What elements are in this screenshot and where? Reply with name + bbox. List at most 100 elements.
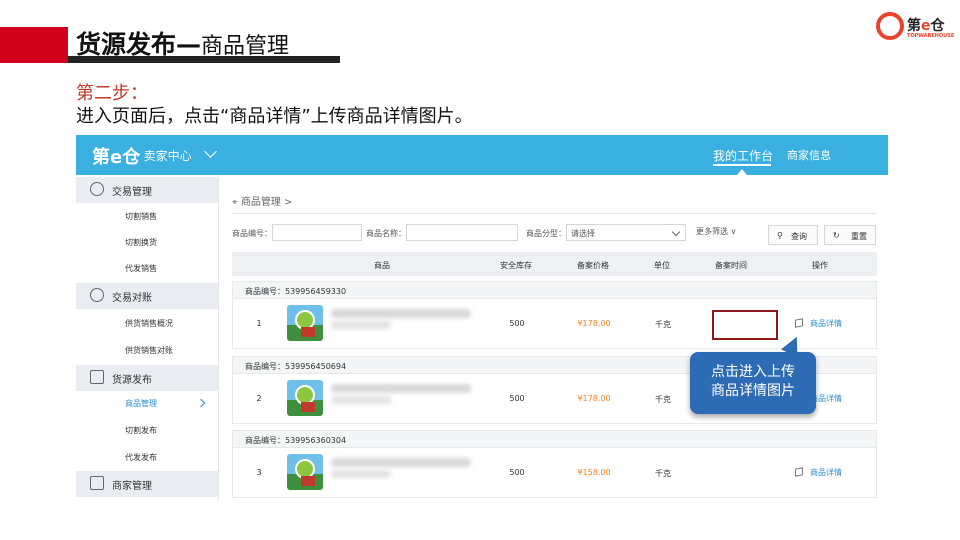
table-row-header: 商品编号：539956459330 bbox=[232, 281, 877, 299]
query-button-label: 查询 bbox=[791, 232, 807, 241]
sidebar-item-dropship-publish[interactable]: 代发发布 bbox=[76, 444, 218, 470]
column-header: 商品 bbox=[374, 261, 390, 270]
package-icon bbox=[301, 476, 315, 486]
table-header: 商品 安全库存 备案价格 单位 备案时间 操作 bbox=[232, 252, 877, 276]
table-row-header: 商品编号：539956360304 bbox=[232, 430, 877, 448]
sidebar-item-label: 切割发布 bbox=[125, 426, 157, 435]
refresh-icon: ↻ bbox=[833, 231, 840, 240]
sidebar-item-dropship-sales[interactable]: 代发销售 bbox=[76, 255, 218, 281]
column-header: 备案价格 bbox=[577, 261, 609, 270]
product-code-text: 商品编号：539956450694 bbox=[245, 362, 347, 371]
search-icon: ⚲ bbox=[777, 231, 783, 240]
chevron-right-icon bbox=[196, 398, 206, 408]
product-code-input[interactable] bbox=[272, 224, 362, 241]
column-header: 安全库存 bbox=[500, 261, 532, 270]
product-thumbnail[interactable] bbox=[287, 380, 323, 416]
stock-value: 500 bbox=[509, 319, 525, 328]
more-filter-toggle[interactable]: 更多筛选 ∨ bbox=[696, 226, 736, 237]
breadcrumb: ⌖ 商品管理 > bbox=[232, 193, 292, 208]
product-detail-link[interactable]: 商品详情 bbox=[795, 318, 842, 329]
sidebar-item-cut-exchange[interactable]: 切割换货 bbox=[76, 229, 218, 255]
package-icon bbox=[301, 402, 315, 412]
product-detail-link[interactable]: 商品详情 bbox=[795, 467, 842, 478]
location-pin-icon: ⌖ bbox=[232, 197, 238, 208]
sidebar-group-label: 商家管理 bbox=[112, 481, 152, 492]
sidebar-item-sales-overview[interactable]: 供货销售概况 bbox=[76, 310, 218, 336]
sidebar-group-reconcile[interactable]: 交易对账 bbox=[76, 283, 218, 309]
product-thumbnail[interactable] bbox=[287, 305, 323, 341]
column-header: 操作 bbox=[812, 261, 828, 270]
product-code-label: 商品编号： bbox=[232, 229, 272, 238]
sidebar-item-label: 商品管理 bbox=[125, 399, 157, 408]
table-row: 1 500 ¥178.00 千克 商品详情 bbox=[232, 299, 877, 349]
unit-value: 千克 bbox=[655, 320, 671, 329]
category-label: 商品分型： bbox=[526, 229, 566, 238]
sidebar-group-trade[interactable]: 交易管理 bbox=[76, 177, 218, 203]
category-select[interactable]: 请选择 bbox=[566, 224, 686, 241]
product-detail-label: 商品详情 bbox=[810, 319, 842, 328]
reset-button[interactable]: ↻ 重置 bbox=[824, 225, 876, 245]
sidebar-item-label: 供货销售概况 bbox=[125, 319, 173, 328]
logo-circle-icon bbox=[876, 12, 904, 40]
logo-text-1: 第 bbox=[907, 18, 921, 34]
blurred-product-name bbox=[331, 458, 471, 467]
logo-text-e: e bbox=[921, 18, 931, 34]
sidebar-item-cut-publish[interactable]: 切割发布 bbox=[76, 417, 218, 443]
blurred-product-name bbox=[331, 470, 391, 478]
sidebar-item-label: 供货销售对账 bbox=[125, 346, 173, 355]
blurred-product-name bbox=[331, 321, 391, 329]
callout-line-2: 商品详情图片 bbox=[711, 383, 795, 399]
reset-button-label: 重置 bbox=[851, 232, 867, 241]
edit-square-icon bbox=[90, 370, 104, 384]
callout-line-1: 点击进入上传 bbox=[711, 364, 795, 380]
title-accent-bar bbox=[0, 27, 68, 63]
yen-circle-icon bbox=[90, 182, 104, 196]
product-thumbnail[interactable] bbox=[287, 454, 323, 490]
yen-circle-icon bbox=[90, 288, 104, 302]
sidebar-group-label: 交易对账 bbox=[112, 293, 152, 304]
package-icon bbox=[301, 327, 315, 337]
sidebar-item-sales-reconcile[interactable]: 供货销售对账 bbox=[76, 337, 218, 363]
sidebar-item-cut-sales[interactable]: 切割销售 bbox=[76, 203, 218, 229]
blurred-product-name bbox=[331, 384, 471, 393]
sidebar-group-label: 交易管理 bbox=[112, 187, 152, 198]
breadcrumb-text[interactable]: 商品管理 > bbox=[241, 197, 293, 208]
brand-logo: 第e仓 TOPWAREHOUSE bbox=[876, 12, 954, 46]
logo-subtext: TOPWAREHOUSE bbox=[907, 33, 955, 39]
sidebar-group-merchant[interactable]: 商家管理 bbox=[76, 471, 218, 497]
instruction-callout: 点击进入上传 商品详情图片 bbox=[690, 352, 816, 414]
row-index: 1 bbox=[256, 319, 262, 328]
nav-merchant-info[interactable]: 商家信息 bbox=[787, 147, 831, 163]
column-header: 备案时间 bbox=[715, 261, 747, 270]
blurred-product-name bbox=[331, 309, 471, 318]
product-name-label: 商品名称： bbox=[366, 229, 406, 238]
category-select-value: 请选择 bbox=[571, 229, 595, 238]
chevron-down-icon[interactable] bbox=[204, 145, 217, 158]
logo-text: 第e仓 bbox=[907, 15, 945, 35]
query-button[interactable]: ⚲ 查询 bbox=[768, 225, 818, 245]
sidebar-group-label: 货源发布 bbox=[112, 375, 152, 386]
price-value: ¥178.00 bbox=[577, 319, 611, 328]
title-underline bbox=[68, 56, 340, 63]
app-brand[interactable]: 第e仓 bbox=[92, 143, 140, 169]
blurred-product-name bbox=[331, 396, 391, 404]
row-index: 3 bbox=[256, 468, 262, 477]
seller-center-label[interactable]: · 卖家中心 bbox=[136, 147, 192, 164]
product-name-input[interactable] bbox=[406, 224, 518, 241]
nav-my-workbench[interactable]: 我的工作台 bbox=[713, 147, 773, 164]
table-row: 3 500 ¥158.00 千克 商品详情 bbox=[232, 448, 877, 498]
product-code-text: 商品编号：539956360304 bbox=[245, 436, 347, 445]
product-detail-label: 商品详情 bbox=[810, 468, 842, 477]
sidebar-item-label: 代发发布 bbox=[125, 453, 157, 462]
sidebar-item-label: 切割换货 bbox=[125, 238, 157, 247]
sidebar: 交易管理 切割销售 切割换货 代发销售 交易对账 供货销售概况 供货销售对账 货… bbox=[76, 175, 219, 501]
nav-active-underline bbox=[713, 164, 771, 166]
price-value: ¥178.00 bbox=[577, 394, 611, 403]
slide-title-main: 货源发布— bbox=[76, 30, 202, 59]
step-description: 进入页面后，点击“商品详情”上传商品详情图片。 bbox=[76, 106, 473, 127]
highlight-frame bbox=[712, 310, 778, 340]
stock-value: 500 bbox=[509, 468, 525, 477]
sidebar-item-product-management[interactable]: 商品管理 bbox=[76, 390, 218, 416]
nav-caret-icon bbox=[737, 169, 747, 175]
sidebar-group-publish[interactable]: 货源发布 bbox=[76, 365, 218, 391]
